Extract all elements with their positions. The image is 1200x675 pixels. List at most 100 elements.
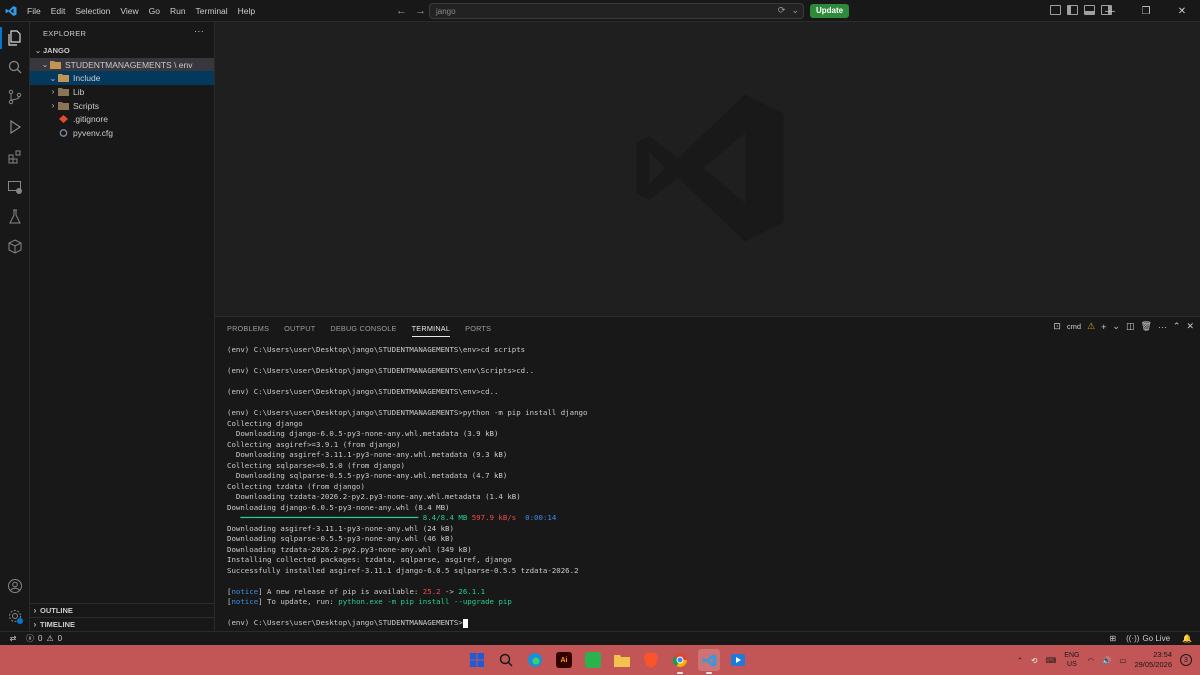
tab-ports[interactable]: PORTS [465, 322, 491, 337]
tab-terminal[interactable]: TERMINAL [411, 322, 451, 337]
more-actions-icon[interactable]: ··· [194, 26, 204, 36]
more-actions-icon[interactable]: ··· [1158, 322, 1167, 332]
green-app-icon[interactable] [582, 649, 604, 671]
workspace-label: JANGO [43, 46, 70, 56]
notice-line-1: [notice] A new release of pip is availab… [227, 586, 486, 596]
testing-icon[interactable] [4, 206, 26, 228]
wifi-icon[interactable]: ◠ [1087, 656, 1094, 665]
editor-area [215, 22, 1200, 316]
timeline-section[interactable]: › TIMELINE [30, 617, 215, 630]
explorer-icon[interactable] [4, 27, 26, 49]
terminal-line: Downloading asgiref-3.11.1-py3-none-any.… [227, 450, 508, 459]
close-panel-icon[interactable]: ✕ [1186, 321, 1194, 332]
tree-item[interactable]: ⌄ STUDENTMANAGEMENTS \ env [30, 57, 214, 72]
chevron-down-icon: ⌄ [49, 73, 57, 83]
menu-help[interactable]: Help [233, 0, 260, 22]
tab-output[interactable]: OUTPUT [284, 322, 315, 337]
folder-open-icon [58, 74, 73, 83]
workspace-root[interactable]: ⌄ JANGO [30, 44, 214, 58]
volume-icon[interactable]: 🔊 [1102, 656, 1111, 665]
broadcast-icon: ((·)) [1126, 634, 1140, 643]
folder-open-icon [50, 60, 65, 69]
back-arrow-icon[interactable]: ← [396, 4, 407, 18]
illustrator-icon[interactable]: Ai [553, 649, 575, 671]
menu-go[interactable]: Go [144, 0, 165, 22]
notifications-bell-icon[interactable]: 🔔 [1182, 634, 1192, 643]
new-terminal-icon[interactable]: + [1101, 322, 1106, 332]
tab-debug-console[interactable]: DEBUG CONSOLE [330, 322, 396, 337]
terminal-line: (env) C:\Users\user\Desktop\jango\STUDEN… [227, 366, 535, 375]
outline-section[interactable]: › OUTLINE [30, 603, 215, 616]
go-live-button[interactable]: ((·)) Go Live [1126, 634, 1170, 643]
explorer-header: EXPLORER ··· [30, 22, 214, 44]
source-control-icon[interactable] [4, 86, 26, 108]
run-debug-icon[interactable] [4, 116, 26, 138]
tab-problems[interactable]: PROBLEMS [227, 322, 269, 337]
chrome-browser-icon[interactable] [669, 649, 691, 674]
errors-indicator[interactable]: ⓧ 0 ⚠ 0 [26, 633, 62, 644]
ports-icon[interactable]: ⊞ [1109, 634, 1116, 643]
start-windows-icon[interactable] [466, 649, 488, 671]
chevron-up-icon[interactable]: ⌃ [1017, 656, 1023, 665]
copilot-icon[interactable]: ⟳ [778, 5, 786, 16]
remote-explorer-icon[interactable] [4, 176, 26, 198]
menu-terminal[interactable]: Terminal [191, 0, 233, 22]
chevron-down-icon[interactable]: ⌄ [1112, 321, 1120, 332]
notification-badge[interactable]: 3 [1180, 654, 1192, 666]
taskbar-apps: Ai [466, 649, 749, 674]
terminal-line: Downloading django-6.0.5-py3-none-any.wh… [227, 429, 499, 438]
file-tree: ⌄ STUDENTMANAGEMENTS \ env ⌄ Include › Lib › Sc… [30, 57, 214, 140]
activity-bar [0, 22, 30, 631]
tree-item[interactable]: ⌄ Include [30, 71, 214, 86]
menu-file[interactable]: File [22, 0, 46, 22]
split-terminal-icon[interactable]: ◫ [1126, 321, 1135, 332]
update-button[interactable]: Update [810, 4, 850, 18]
terminal-line: Successfully installed asgiref-3.11.1 dj… [227, 565, 579, 575]
brave-browser-icon[interactable] [640, 649, 662, 671]
menu-view[interactable]: View [115, 0, 143, 22]
close-icon[interactable]: ✕ [1164, 0, 1200, 22]
media-app-icon[interactable] [727, 649, 749, 671]
maximize-panel-icon[interactable]: ⌃ [1173, 321, 1181, 332]
battery-icon[interactable]: ▭ [1119, 656, 1126, 665]
outline-label: OUTLINE [40, 605, 73, 615]
trash-icon[interactable]: 🗑 [1140, 321, 1151, 332]
chevron-down-icon[interactable]: ⌄ [791, 5, 799, 16]
terminal-line: (env) C:\Users\user\Desktop\jango\STUDEN… [227, 408, 588, 417]
remote-indicator-icon[interactable]: ⇄ [0, 634, 26, 643]
tree-item[interactable]: pyvenv.cfg [30, 126, 214, 140]
account-icon[interactable] [4, 575, 26, 597]
forward-arrow-icon[interactable]: → [415, 4, 426, 18]
tree-item[interactable]: › Lib [30, 85, 214, 99]
keyboard-icon[interactable]: ⌨ [1045, 656, 1056, 665]
terminal-output[interactable]: (env) C:\Users\user\Desktop\jango\STUDEN… [227, 345, 1187, 629]
minimize-icon[interactable]: — [1092, 0, 1128, 22]
tree-item[interactable]: .gitignore [30, 112, 214, 126]
language-bottom: US [1067, 661, 1077, 668]
tree-item[interactable]: › Scripts [30, 99, 214, 113]
warning-icon[interactable]: ⚠ [1087, 321, 1095, 332]
customize-layout-icon[interactable] [1050, 5, 1061, 15]
file-explorer-icon[interactable] [611, 649, 633, 671]
vscode-taskbar-icon[interactable] [698, 649, 720, 674]
menu-run[interactable]: Run [165, 0, 191, 22]
manage-gear-icon[interactable] [4, 605, 26, 627]
restore-icon[interactable]: ❐ [1128, 0, 1164, 22]
taskbar-search-icon[interactable] [495, 649, 517, 671]
language-indicator[interactable]: ENG US [1064, 651, 1079, 669]
notice1-old: 25.2 [422, 586, 441, 596]
extensions-icon[interactable] [4, 146, 26, 168]
toggle-primary-sidebar-icon[interactable] [1067, 5, 1078, 15]
terminal-line: Downloading tzdata-2026.2-py2.py3-none-a… [227, 544, 472, 554]
clock[interactable]: 23:54 29/05/2026 [1134, 650, 1172, 670]
tree-item-label: pyvenv.cfg [73, 127, 114, 138]
command-center-search[interactable]: jango ⟳ ⌄ [429, 3, 804, 19]
search-icon[interactable] [4, 56, 26, 78]
edge-browser-icon[interactable] [524, 649, 546, 671]
onedrive-sync-icon[interactable]: ⟲ [1031, 656, 1037, 665]
menu-edit[interactable]: Edit [46, 0, 71, 22]
containers-icon[interactable] [4, 236, 26, 258]
menu-selection[interactable]: Selection [70, 0, 115, 22]
shell-label[interactable]: cmd [1067, 322, 1081, 331]
language-top: ENG [1064, 652, 1080, 659]
